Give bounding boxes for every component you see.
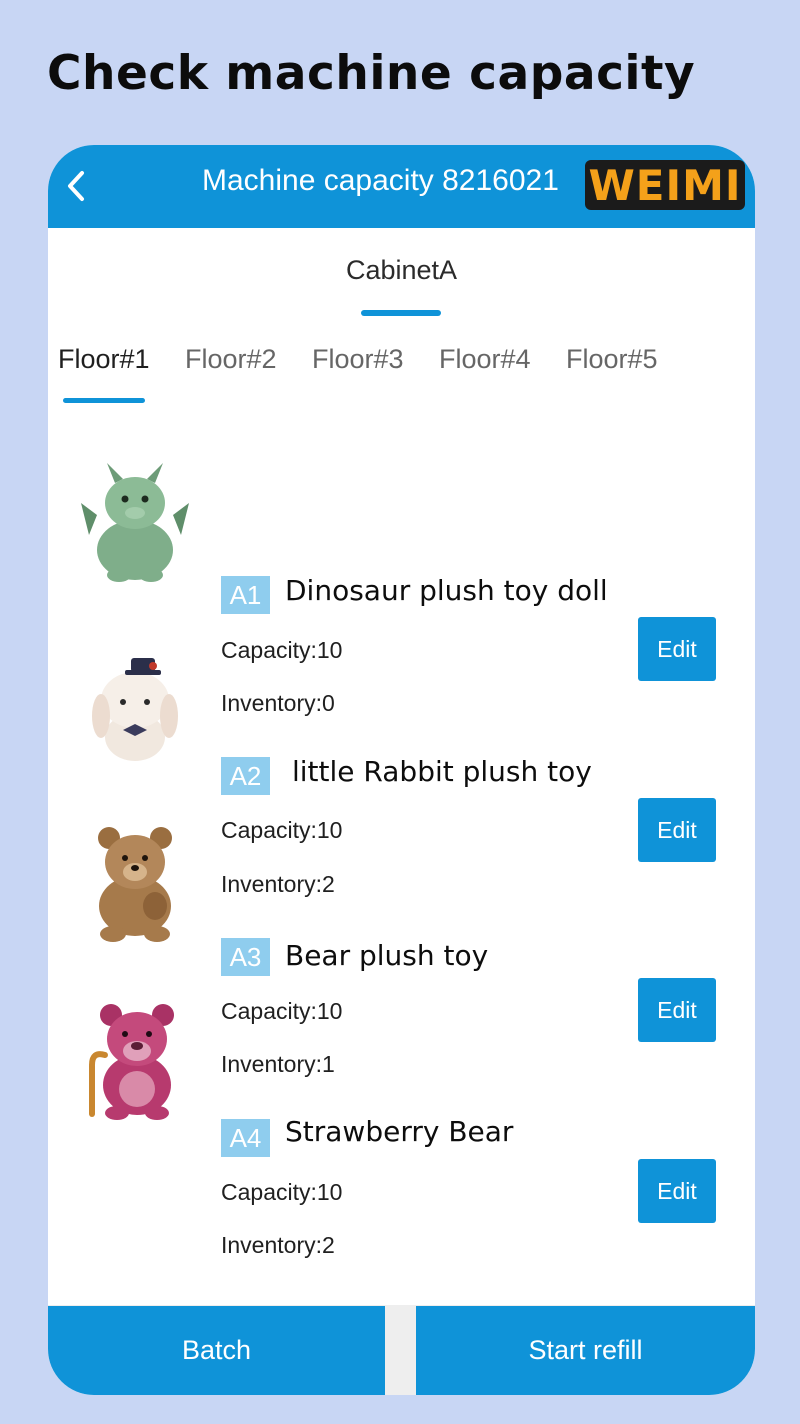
product-name: Dinosaur plush toy doll bbox=[285, 574, 608, 607]
strawberry-bear-image bbox=[89, 1004, 174, 1120]
brand-logo: WEIMI bbox=[585, 160, 745, 210]
product-row: A2 little Rabbit plush toy Capacity:10 I… bbox=[48, 606, 755, 897]
app-bar: Machine capacity 8216021 WEIMI bbox=[48, 145, 755, 228]
back-arrow-icon[interactable] bbox=[62, 167, 92, 205]
start-refill-button[interactable]: Start refill bbox=[416, 1306, 755, 1395]
product-row: A4 Strawberry Bear Capacity:10 Inventory… bbox=[48, 971, 755, 1258]
product-name: Bear plush toy bbox=[285, 939, 489, 972]
tab-floor-1[interactable]: Floor#1 bbox=[58, 344, 150, 375]
tab-floor-5[interactable]: Floor#5 bbox=[566, 344, 658, 375]
product-row: A3 Bear plush toy Capacity:10 Inventory:… bbox=[48, 790, 755, 1077]
dragon-plush-image bbox=[81, 463, 189, 582]
product-row: A1 Dinosaur plush toy doll Capacity:10 I… bbox=[48, 425, 755, 716]
tab-floor-3[interactable]: Floor#3 bbox=[312, 344, 404, 375]
tab-floor-4[interactable]: Floor#4 bbox=[439, 344, 531, 375]
tab-floor-2[interactable]: Floor#2 bbox=[185, 344, 277, 375]
teddy-bear-image bbox=[98, 827, 172, 942]
page-title: Machine capacity 8216021 bbox=[202, 164, 559, 197]
tab-cabinet-a[interactable]: CabinetA bbox=[48, 255, 755, 286]
product-name: little Rabbit plush toy bbox=[292, 755, 592, 788]
cabinet-tab-indicator bbox=[361, 310, 441, 316]
product-name: Strawberry Bear bbox=[285, 1115, 514, 1148]
inventory-text: Inventory:2 bbox=[221, 1232, 335, 1258]
promo-title: Check machine capacity bbox=[47, 46, 696, 101]
slot-badge: A4 bbox=[221, 1119, 270, 1157]
batch-button[interactable]: Batch bbox=[48, 1306, 385, 1395]
edit-button[interactable]: Edit bbox=[638, 1159, 716, 1223]
floor-tab-indicator bbox=[63, 398, 145, 403]
capacity-text: Capacity:10 bbox=[221, 1179, 343, 1205]
phone-screen: Machine capacity 8216021 WEIMI CabinetA … bbox=[48, 145, 755, 1395]
rabbit-plush-image bbox=[92, 658, 178, 761]
